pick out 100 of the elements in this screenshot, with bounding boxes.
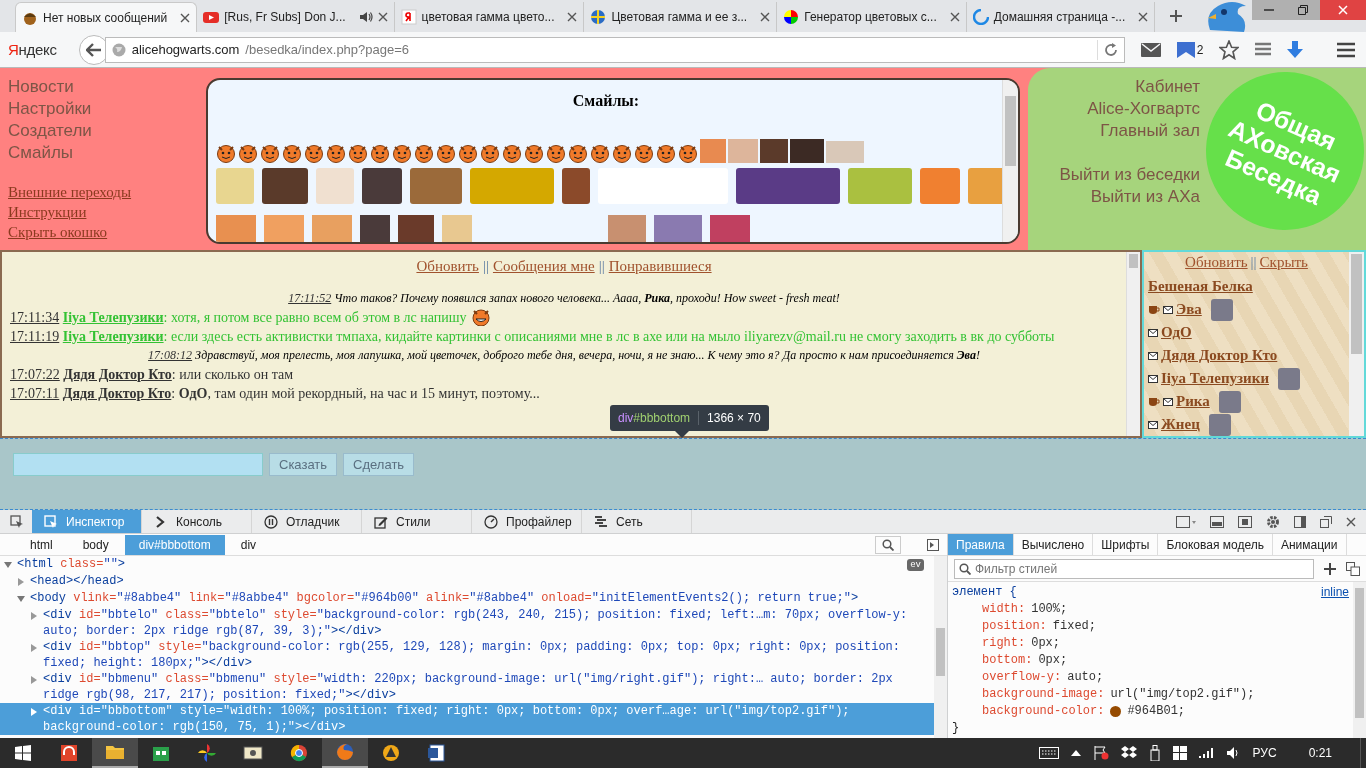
smiley-icon[interactable] <box>282 143 302 163</box>
close-tab-icon[interactable] <box>949 12 960 22</box>
close-tab-icon[interactable] <box>567 12 578 22</box>
property-value[interactable]: 0px; <box>1031 635 1061 652</box>
flag-icon[interactable] <box>1092 746 1109 760</box>
screenshot-icon[interactable] <box>1238 515 1252 528</box>
keyboard-icon[interactable] <box>1038 747 1059 759</box>
bookmark-icon[interactable] <box>1176 41 1195 58</box>
property-name[interactable]: position: <box>982 618 1047 635</box>
smiley-icon[interactable] <box>634 143 654 163</box>
smiley-icon[interactable] <box>370 143 390 163</box>
devtools-tab[interactable]: Стили <box>362 510 472 533</box>
chat-link[interactable]: Обновить <box>1185 254 1248 271</box>
minimize-button[interactable] <box>1252 0 1286 20</box>
account-link[interactable]: Alice-Хогвартс <box>1087 98 1200 120</box>
expand-arrow-icon[interactable] <box>17 577 25 586</box>
smiley-icon[interactable] <box>678 143 698 163</box>
smiley-icon[interactable] <box>480 143 500 163</box>
property-value[interactable]: url("img/top2.gif"); <box>1110 686 1255 703</box>
console-toggle-icon[interactable] <box>1210 515 1224 528</box>
expand-arrow-icon[interactable] <box>30 675 38 684</box>
smiley-icon[interactable] <box>568 143 588 163</box>
devtools-tab[interactable]: Сеть <box>582 510 692 533</box>
property-name[interactable]: background-image: <box>982 686 1105 703</box>
close-tab-icon[interactable] <box>377 12 388 22</box>
message-time[interactable]: 17:11:34 <box>10 310 60 325</box>
smiley-icon[interactable] <box>546 143 566 163</box>
dock-side-icon[interactable] <box>1294 515 1306 528</box>
collapse-arrow-icon[interactable] <box>4 560 12 569</box>
smiley-icon[interactable] <box>458 143 478 163</box>
restore-button[interactable] <box>1286 0 1320 20</box>
sidebar-tab[interactable]: Блоковая модель <box>1158 534 1273 555</box>
close-tab-icon[interactable] <box>1138 12 1149 22</box>
user-link[interactable]: Iiya Телепузики <box>1161 370 1270 387</box>
star-icon[interactable] <box>1219 39 1240 60</box>
smiley-icon[interactable] <box>656 143 676 163</box>
responsive-icon[interactable] <box>1176 515 1196 528</box>
markup-code[interactable]: <div id="bbtelo" class="bbtelo" style="background-color: rgb(243, 240, 215); position: fixed; left:…m: 70px; overflow-y: auto; border: 2px ridge rgb(87, 39, 3);"></div> <box>43 607 924 639</box>
download-icon[interactable] <box>1287 40 1304 59</box>
property-name[interactable]: background-color: <box>982 703 1105 720</box>
property-name[interactable]: width: <box>982 601 1026 618</box>
property-name[interactable]: bottom: <box>982 652 1033 669</box>
account-link[interactable]: Кабинет <box>1135 76 1200 98</box>
source-link[interactable]: inline <box>1320 584 1349 601</box>
windows-icon[interactable] <box>1172 746 1187 760</box>
settings-icon[interactable] <box>1266 514 1280 529</box>
message-time[interactable]: 17:11:19 <box>10 329 60 344</box>
smiley-icon[interactable] <box>326 143 346 163</box>
browser-tab[interactable]: Нет новых сообщений <box>15 2 198 32</box>
devtools-tab[interactable]: Профайлер <box>472 510 582 533</box>
user-link[interactable]: Эва <box>1176 301 1202 318</box>
color-swatch[interactable] <box>1110 706 1122 717</box>
expand-arrow-icon[interactable] <box>30 611 38 620</box>
list-icon[interactable] <box>1255 41 1272 58</box>
markup-code[interactable]: <head></head> <box>30 573 924 589</box>
chat-link[interactable]: Обновить <box>416 258 479 275</box>
property-value[interactable]: 100%; <box>1031 601 1068 618</box>
search-button[interactable] <box>875 535 901 554</box>
clock[interactable]: 0:21 <box>1308 746 1332 760</box>
action-button[interactable]: Сказать <box>269 453 338 476</box>
signal-icon[interactable] <box>1198 747 1215 759</box>
mail-icon[interactable] <box>1148 328 1158 337</box>
property-value[interactable]: fixed; <box>1052 618 1097 635</box>
expand-arrow-icon[interactable] <box>30 643 38 652</box>
user-link[interactable]: Жнец <box>1161 416 1200 433</box>
smiley-icon[interactable] <box>524 143 544 163</box>
account-link[interactable]: Главный зал <box>1100 120 1200 142</box>
markup-code[interactable]: <body vlink="#8abbe4" link="#8abbe4" bgcolor="#964b00" alink="#8abbe4" onload="initElementEvents2(); return true;"> <box>30 590 924 606</box>
property-name[interactable]: overflow-y: <box>982 669 1062 686</box>
smiley-icon[interactable] <box>436 143 456 163</box>
markup-code[interactable]: <div id="bbmenu" class="bbmenu" style="width: 220px; background-image: url("img/right.gif"); right:… auto; border: 2px ridge rgb(98, 217, 217); position: fixed;"></div> <box>43 671 924 703</box>
expand-arrow-icon[interactable] <box>30 707 38 716</box>
property-value[interactable]: auto; <box>1067 669 1104 686</box>
close-icon[interactable] <box>1346 516 1356 527</box>
chat-link[interactable]: Понравившиеся <box>608 258 712 275</box>
message-time[interactable]: 17:07:11 <box>10 386 60 401</box>
markup-code[interactable]: <div id="bbtop" style="background-color: rgb(255, 129, 128); margin: 0px; padding: 0px; top: 0px; right: 0px; position: fixed; height: 180px;"></div> <box>43 639 924 671</box>
dropbox-icon[interactable] <box>1120 746 1137 760</box>
breadcrumb[interactable]: body <box>68 534 123 555</box>
smiley-icon[interactable] <box>590 143 610 163</box>
smiley-icon[interactable] <box>348 143 368 163</box>
user-link[interactable]: Бешеная Белка <box>1148 278 1253 295</box>
author-link[interactable]: Дядя Доктор Кто <box>63 367 172 382</box>
devtools-tab[interactable]: Отладчик <box>252 510 362 533</box>
address-field[interactable]: alicehogwarts.com /besedka/index.php?page=6 <box>104 36 1125 63</box>
message-time[interactable]: 17:07:22 <box>10 367 60 382</box>
chat-link[interactable]: Скрыть <box>1259 254 1308 271</box>
collapse-arrow-icon[interactable] <box>17 594 25 603</box>
caret-icon[interactable] <box>1070 750 1081 756</box>
close-tab-icon[interactable] <box>760 12 771 22</box>
message-time[interactable]: 17:08:12 <box>148 348 193 362</box>
smiley-icon[interactable] <box>612 143 632 163</box>
smiley-icon[interactable] <box>216 143 236 163</box>
scrollbar[interactable] <box>1002 80 1018 242</box>
smiley-icon[interactable] <box>502 143 522 163</box>
smiley-icon[interactable] <box>392 143 412 163</box>
reload-icon[interactable] <box>1103 42 1118 57</box>
mail-icon[interactable] <box>1163 397 1173 406</box>
smiley-icon[interactable] <box>238 143 258 163</box>
filter-input[interactable]: Фильтр стилей <box>975 561 1309 576</box>
